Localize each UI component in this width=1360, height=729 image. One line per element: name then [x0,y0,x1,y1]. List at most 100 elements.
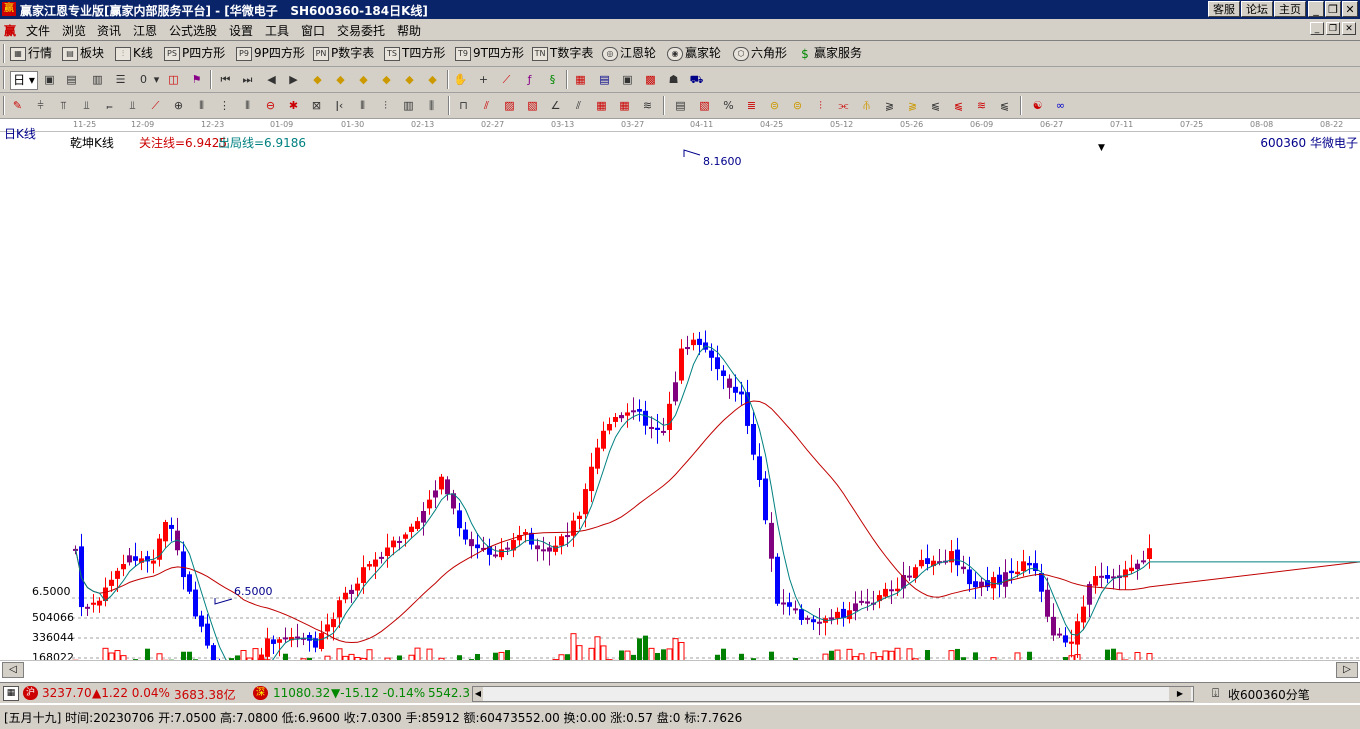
status-scroll-right-icon[interactable]: ▶ [1169,687,1191,701]
t-number-table-button[interactable]: TNT数字表 [532,45,593,62]
homepage-button[interactable]: 主页 [1274,1,1306,17]
save-icon[interactable]: ▩ [643,72,658,87]
hand-icon[interactable]: ✋ [453,72,468,87]
draw-tool-15-icon[interactable]: ⊓ [456,98,471,113]
winner-service-button[interactable]: $赢家服务 [798,45,862,62]
menu-window[interactable]: 窗口 [301,22,325,39]
child-minimize-icon[interactable]: _ [1310,22,1324,35]
infinity-icon[interactable]: ∞ [1053,98,1068,113]
tick-data-icon[interactable]: ⍗ [1212,686,1219,701]
first-bar-icon[interactable]: ⏮ [218,72,233,87]
truck-icon[interactable]: ⛟ [689,72,704,87]
draw-tool-28-icon[interactable]: ⊜ [790,98,805,113]
draw-tool-12-icon[interactable]: ⫶ [378,98,393,113]
kline-chart[interactable] [0,132,1360,673]
draw-tool-11-icon[interactable]: ⫴ [355,98,370,113]
dropdown-arrow-icon[interactable]: ▾ [149,72,164,87]
draw-tool-17-icon[interactable]: ▨ [502,98,517,113]
kline-chart-area[interactable]: 11-2512-0912-2301-0901-3002-1302-2703-13… [0,119,1360,682]
close-icon[interactable]: ✕ [1342,1,1358,17]
draw-tool-2-icon[interactable]: ⫪ [56,98,71,113]
zoom-window-icon[interactable]: ◆ [425,72,440,87]
calculator-icon[interactable]: ▤ [597,72,612,87]
bar-chart-icon[interactable]: ▥ [90,72,105,87]
period-select[interactable]: 日 ▾ [10,71,38,90]
p-number-table-button[interactable]: PNP数字表 [313,45,374,62]
draw-tool-13-icon[interactable]: ▥ [401,98,416,113]
draw-tool-19-icon[interactable]: ∠ [548,98,563,113]
draw-tool-34-icon[interactable]: ⫹ [928,98,943,113]
restore-icon[interactable]: ❐ [1325,1,1341,17]
customer-service-button[interactable]: 客服 [1208,1,1240,17]
menu-formula[interactable]: 公式选股 [169,22,217,39]
blocks-button[interactable]: ▤板块 [62,45,104,62]
draw-tool-30-icon[interactable]: ⫘ [836,98,851,113]
circle-tool-icon[interactable]: ⊖ [263,98,278,113]
draw-tool-8-icon[interactable]: ⋮ [217,98,232,113]
child-close-icon[interactable]: ✕ [1342,22,1356,35]
circle-grid-icon[interactable]: ⊕ [171,98,186,113]
draw-tool-36-icon[interactable]: ≋ [974,98,989,113]
hexagon-button[interactable]: ⬡六角形 [733,45,787,62]
zoom-all-icon[interactable]: ◆ [402,72,417,87]
forum-button[interactable]: 论坛 [1241,1,1273,17]
box-tool-icon[interactable]: ⊠ [309,98,324,113]
draw-tool-3-icon[interactable]: ⫫ [79,98,94,113]
draw-tool-4-icon[interactable]: ⫭ [102,98,117,113]
t9-square-button[interactable]: T99T四方形 [455,45,524,62]
yin-yang-icon[interactable]: ☯ [1030,98,1045,113]
draw-tool-18-icon[interactable]: ▧ [525,98,540,113]
draw-tool-26-icon[interactable]: ≣ [744,98,759,113]
quotes-button[interactable]: ▦行情 [10,45,52,62]
crosshair-icon[interactable]: + [476,72,491,87]
formula-icon[interactable]: ƒ [522,72,537,87]
last-bar-icon[interactable]: ⏭ [240,72,255,87]
draw-tool-22-icon[interactable]: ▦ [617,98,632,113]
draw-tool-37-icon[interactable]: ⫹ [997,98,1012,113]
menu-file[interactable]: 文件 [26,22,50,39]
t-square-button[interactable]: TST四方形 [384,45,445,62]
menu-tools[interactable]: 工具 [265,22,289,39]
move-left-icon[interactable]: ◀ [264,72,279,87]
spiral-icon[interactable]: ✱ [286,98,301,113]
draw-tool-31-icon[interactable]: ⫚ [859,98,874,113]
draw-tool-35-icon[interactable]: ⫹ [951,98,966,113]
scroll-right-icon[interactable]: ▷ [1336,662,1358,678]
fan-icon[interactable]: ◫ [166,72,181,87]
draw-tool-21-icon[interactable]: ▦ [594,98,609,113]
percent-icon[interactable]: % [721,98,736,113]
gann-wheel-button[interactable]: ◎江恩轮 [602,45,656,62]
draw-tool-25-icon[interactable]: ▧ [697,98,712,113]
draw-tool-32-icon[interactable]: ⫺ [882,98,897,113]
zoom-in-icon[interactable]: ◆ [310,72,325,87]
draw-tool-5-icon[interactable]: ⫫ [125,98,140,113]
draw-tool-16-icon[interactable]: ⫽ [479,98,494,113]
menu-help[interactable]: 帮助 [397,22,421,39]
people-icon[interactable]: ☗ [666,72,681,87]
minimize-icon[interactable]: _ [1308,1,1324,17]
menu-news[interactable]: 资讯 [97,22,121,39]
dropdown-marker-icon[interactable]: ▼ [1098,143,1105,153]
move-right-icon[interactable]: ▶ [286,72,301,87]
draw-tool-7-icon[interactable]: ⦀ [194,98,209,113]
draw-tool-33-icon[interactable]: ⫺ [905,98,920,113]
window-icon[interactable]: ▣ [620,72,635,87]
winner-wheel-button[interactable]: ◉赢家轮 [667,45,721,62]
menu-settings[interactable]: 设置 [229,22,253,39]
draw-tool-20-icon[interactable]: ⫽ [571,98,586,113]
child-restore-icon[interactable]: ❐ [1326,22,1340,35]
draw-tool-29-icon[interactable]: ⫶ [813,98,828,113]
draw-tool-10-icon[interactable]: ǀ‹ [332,98,347,113]
pencil-icon[interactable]: ✎ [10,98,25,113]
zoom-reset-icon[interactable]: ◆ [379,72,394,87]
kline-button[interactable]: ⫶K线 [115,45,153,62]
draw-tool-1-icon[interactable]: ⫩ [33,98,48,113]
draw-tool-6-icon[interactable]: ⟋ [148,98,163,113]
chart-type-icon[interactable]: ▣ [42,72,57,87]
scroll-left-icon[interactable]: ◁ [2,662,24,678]
draw-tool-24-icon[interactable]: ▤ [673,98,688,113]
p9-square-button[interactable]: P99P四方形 [236,45,305,62]
menu-browse[interactable]: 浏览 [62,22,86,39]
draw-tool-23-icon[interactable]: ≋ [640,98,655,113]
tick-data-label[interactable]: 收600360分笔 [1228,686,1310,703]
